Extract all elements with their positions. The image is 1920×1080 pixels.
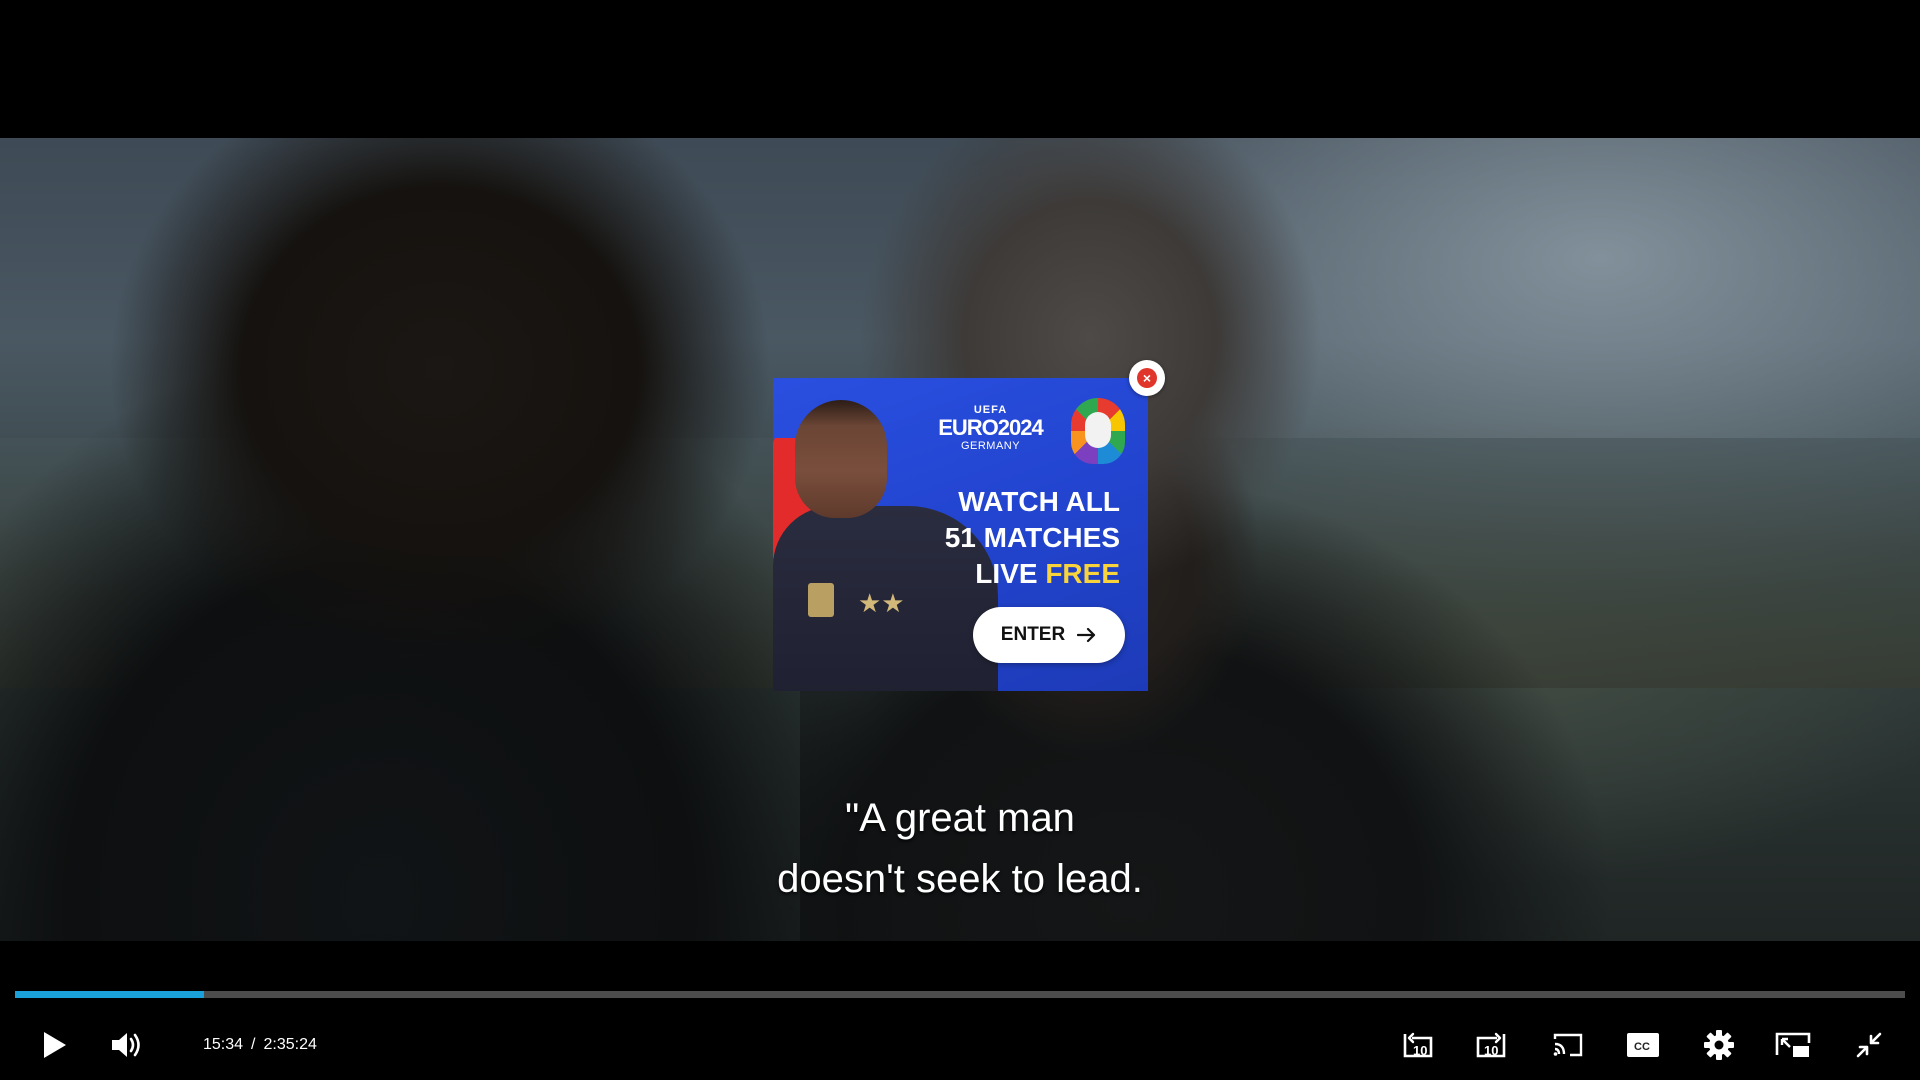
ad-headline: WATCH ALL 51 MATCHES LIVE FREE (945, 484, 1120, 592)
volume-button[interactable] (105, 1025, 149, 1065)
captions-button[interactable]: CC (1621, 1025, 1665, 1065)
time-separator: / (251, 1036, 256, 1053)
picture-in-picture-icon (1775, 1032, 1811, 1057)
time-display: 15:34 / 2:35:24 (203, 1032, 317, 1058)
exit-fullscreen-icon (1856, 1032, 1882, 1058)
progress-bar[interactable] (15, 991, 1905, 998)
forward-10-icon: 10 (1476, 1032, 1506, 1058)
current-time: 15:34 (203, 1036, 244, 1053)
video-player[interactable]: "A great man doesn't seek to lead. ★★ UE… (0, 0, 1920, 1080)
play-button[interactable] (32, 1025, 76, 1065)
cast-icon (1553, 1033, 1583, 1057)
cast-button[interactable] (1546, 1025, 1590, 1065)
settings-button[interactable] (1697, 1025, 1741, 1065)
svg-text:10: 10 (1413, 1043, 1427, 1058)
ad-headline-free: FREE (1045, 558, 1120, 589)
subtitles: "A great man doesn't seek to lead. (0, 788, 1920, 910)
rewind-10-button[interactable]: 10 (1395, 1025, 1439, 1065)
progress-bar-fill (15, 991, 204, 998)
ad-rooster-icon: ★★ (858, 588, 905, 618)
ad-logo-country: GERMANY (960, 440, 1021, 452)
duration: 2:35:24 (263, 1036, 317, 1053)
picture-in-picture-button[interactable] (1771, 1025, 1815, 1065)
ad-enter-label: ENTER (1000, 624, 1066, 645)
forward-10-button[interactable]: 10 (1470, 1025, 1514, 1065)
captions-icon: CC (1627, 1033, 1659, 1057)
control-bar: 15:34 / 2:35:24 10 10 CC (0, 1010, 1920, 1080)
ad-headline-line-2: 51 MATCHES (944, 522, 1120, 553)
exit-fullscreen-button[interactable] (1847, 1025, 1891, 1065)
ad-euro-logo: UEFA EURO2024 GERMANY (933, 404, 1048, 452)
captions-label: CC (1634, 1041, 1650, 1053)
volume-icon (112, 1033, 140, 1057)
close-icon: × (1137, 368, 1157, 388)
ad-enter-button[interactable]: ENTER (973, 607, 1125, 663)
svg-text:10: 10 (1484, 1043, 1498, 1058)
ad-headline-line-1: WATCH ALL (958, 486, 1120, 517)
subtitle-line-2: doesn't seek to lead. (777, 857, 1143, 901)
ad-player-head (795, 400, 887, 518)
ad-banner[interactable]: ★★ UEFA EURO2024 GERMANY WATCH ALL 51 MA… (773, 378, 1148, 691)
subtitle-line-1: "A great man (845, 796, 1075, 840)
ad-jersey-badge (808, 583, 834, 617)
ad-close-button[interactable]: × (1129, 360, 1165, 396)
arrow-right-icon (1077, 627, 1096, 643)
settings-icon (1704, 1030, 1734, 1060)
ad-logo-euro: EURO2024 (938, 415, 1044, 440)
ad-headline-live: LIVE (975, 558, 1038, 589)
ad-trophy-logo-icon (1071, 398, 1125, 464)
play-icon (44, 1032, 66, 1058)
ad-headline-line-3: LIVE FREE (945, 556, 1120, 592)
rewind-10-icon: 10 (1403, 1032, 1433, 1058)
